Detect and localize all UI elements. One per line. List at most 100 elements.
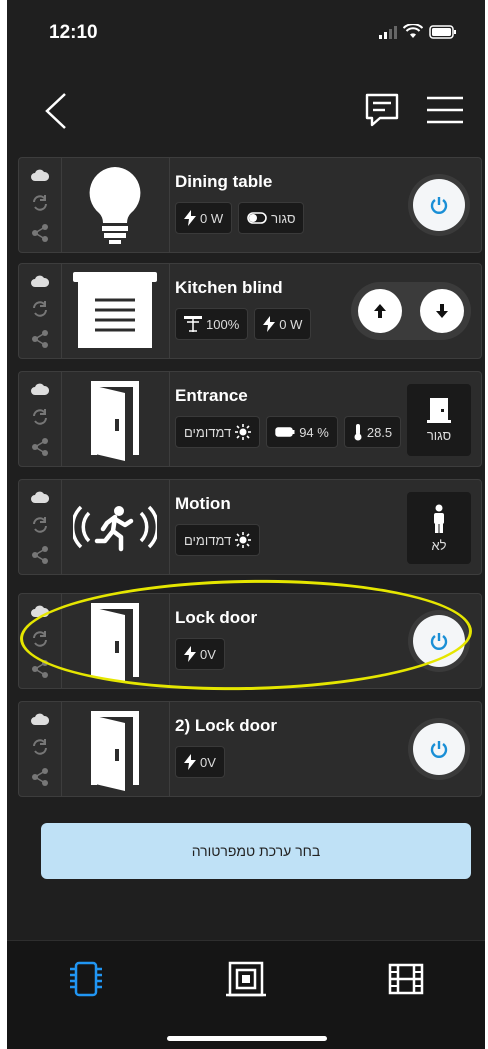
chip-text: דמדומים — [184, 424, 232, 440]
device-card-lock-door-2[interactable]: 2) Lock door 0V — [18, 701, 482, 797]
device-chips: 0V — [175, 746, 225, 778]
sync-icon[interactable] — [31, 300, 49, 318]
arrow-down-icon — [436, 304, 448, 318]
battery-icon — [275, 427, 295, 437]
state-label: סגור — [426, 427, 452, 443]
cloud-icon — [31, 713, 49, 725]
status-time: 12:10 — [49, 22, 98, 43]
cloud-icon — [31, 605, 49, 617]
power-button[interactable] — [413, 615, 465, 667]
sun-icon — [235, 532, 252, 548]
chip-text: 0 W — [279, 316, 303, 332]
bolt-icon — [184, 210, 196, 226]
card-side-icons — [19, 480, 62, 574]
power-chip: 0 W — [175, 202, 233, 234]
device-icon-area — [61, 264, 170, 358]
film-icon[interactable] — [382, 955, 430, 1003]
voltage-chip: 0V — [175, 746, 225, 778]
device-card-dining-table[interactable]: Dining table 0 W סגור — [18, 157, 482, 253]
share-icon[interactable] — [31, 438, 49, 456]
scene-icon[interactable] — [222, 955, 270, 1003]
card-side-icons — [19, 594, 62, 688]
back-chevron-icon[interactable] — [37, 90, 77, 132]
blind-icon — [73, 272, 157, 348]
bottom-tab-bar — [7, 940, 485, 1049]
blind-down-button[interactable] — [420, 289, 464, 333]
phone-screen: 12:10 Dining table 0 W סגור Kitchen blin… — [7, 0, 485, 1049]
status-icons — [379, 24, 457, 39]
open-door-icon — [91, 603, 139, 683]
device-card-motion[interactable]: Motion דמדומים לא — [18, 479, 482, 575]
motion-sensor-icon — [73, 505, 157, 552]
device-title: Kitchen blind — [175, 278, 283, 297]
chip-text: 28.5 — [366, 424, 393, 440]
device-icon-area — [61, 702, 170, 796]
voltage-chip: 0V — [175, 638, 225, 670]
power-icon — [430, 741, 448, 758]
door-state-box: סגור — [407, 384, 471, 456]
bolt-icon — [184, 646, 196, 662]
card-side-icons — [19, 372, 62, 466]
blind-controls — [351, 282, 471, 340]
card-side-icons — [19, 264, 62, 358]
device-card-lock-door[interactable]: Lock door 0V — [18, 593, 482, 689]
sync-icon[interactable] — [31, 516, 49, 534]
device-chips: 100% 0 W — [175, 308, 312, 340]
cloud-icon — [31, 383, 49, 395]
device-icon[interactable] — [62, 955, 110, 1003]
device-chips: דמדומים — [175, 524, 261, 556]
power-icon — [430, 197, 448, 214]
arrow-up-icon — [374, 304, 386, 318]
device-chips: 0V — [175, 638, 225, 670]
share-icon[interactable] — [31, 660, 49, 678]
device-card-entrance[interactable]: Entrance דמדומים 94 % 28.5 סגור — [18, 371, 482, 467]
signal-icon — [379, 25, 397, 39]
cloud-icon — [31, 275, 49, 287]
chip-text: 94 % — [299, 424, 329, 440]
light-bulb-icon — [89, 167, 141, 244]
device-icon-area — [61, 372, 170, 466]
chip-text: 0 W — [200, 210, 224, 226]
hamburger-menu-icon[interactable] — [425, 92, 465, 128]
device-icon-area — [61, 594, 170, 688]
blind-level-chip: 100% — [175, 308, 249, 340]
bolt-icon — [263, 316, 276, 332]
device-title: Dining table — [175, 172, 273, 191]
open-door-icon — [91, 711, 139, 791]
wifi-icon — [403, 24, 423, 38]
chip-text: 0V — [200, 754, 216, 770]
blind-level-icon — [184, 316, 202, 332]
light-level-chip: דמדומים — [175, 416, 261, 448]
state-label: לא — [431, 537, 447, 553]
blind-up-button[interactable] — [358, 289, 402, 333]
sync-icon[interactable] — [31, 630, 49, 648]
chip-text: סגור — [271, 210, 296, 226]
state-chip: סגור — [238, 202, 305, 234]
device-card-kitchen-blind[interactable]: Kitchen blind 100% 0 W — [18, 263, 482, 359]
closed-door-icon — [427, 397, 451, 423]
share-icon[interactable] — [31, 768, 49, 786]
share-icon[interactable] — [31, 330, 49, 348]
power-button[interactable] — [413, 723, 465, 775]
temperature-preset-button[interactable]: בחר ערכת טמפרטורה — [41, 823, 471, 879]
power-button[interactable] — [413, 179, 465, 231]
share-icon[interactable] — [31, 546, 49, 564]
power-icon — [430, 633, 448, 650]
home-indicator[interactable] — [167, 1036, 327, 1041]
sync-icon[interactable] — [31, 194, 49, 212]
light-level-chip: דמדומים — [175, 524, 261, 556]
sync-icon[interactable] — [31, 738, 49, 756]
device-chips: דמדומים 94 % 28.5 — [175, 416, 402, 448]
chip-text: דמדומים — [184, 532, 232, 548]
message-icon[interactable] — [362, 90, 402, 130]
device-title: Lock door — [175, 608, 258, 627]
share-icon[interactable] — [31, 224, 49, 242]
sync-icon[interactable] — [31, 408, 49, 426]
motion-state-box: לא — [407, 492, 471, 564]
card-side-icons — [19, 702, 62, 796]
device-title: Entrance — [175, 386, 248, 405]
sun-icon — [235, 424, 252, 440]
battery-chip: 94 % — [266, 416, 338, 448]
cloud-icon — [31, 169, 49, 181]
chip-text: 0V — [200, 646, 216, 662]
